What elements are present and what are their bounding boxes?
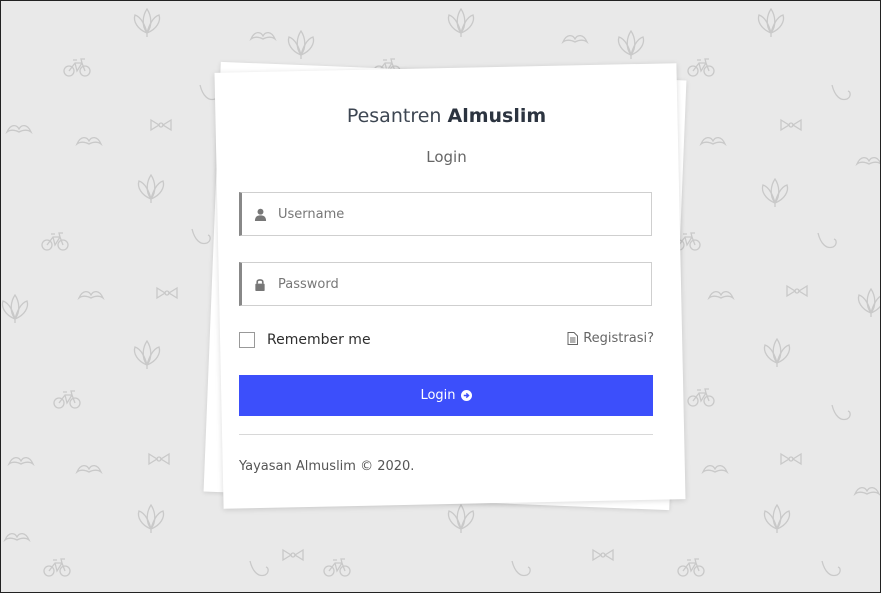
- register-link[interactable]: Registrasi?: [567, 331, 654, 346]
- login-button[interactable]: Login: [239, 375, 653, 416]
- remember-me-label[interactable]: Remember me: [267, 332, 371, 348]
- document-icon: [567, 332, 579, 345]
- form-divider: [239, 434, 653, 435]
- app-title: Pesantren Almuslim: [239, 103, 654, 129]
- circle-arrow-right-icon: [460, 390, 472, 401]
- password-input[interactable]: [276, 275, 640, 293]
- username-input[interactable]: [276, 205, 640, 223]
- remember-me[interactable]: Remember me: [239, 332, 371, 348]
- page-subtitle: Login: [426, 148, 467, 166]
- login-button-label: Login: [420, 388, 456, 403]
- user-icon: [252, 206, 268, 222]
- app-title-name: Almuslim: [447, 105, 547, 127]
- login-form: Pesantren Almuslim Login Username Rememb…: [239, 93, 654, 474]
- password-field[interactable]: [239, 262, 652, 306]
- lock-icon: [252, 276, 268, 292]
- page-frame: Pesantren Almuslim Login Username Rememb…: [0, 0, 881, 593]
- remember-me-checkbox[interactable]: [239, 332, 255, 348]
- register-label[interactable]: Registrasi?: [583, 331, 654, 346]
- username-field[interactable]: [239, 192, 652, 236]
- footer-copyright: Yayasan Almuslim © 2020.: [239, 459, 415, 474]
- app-title-prefix: Pesantren: [346, 105, 442, 127]
